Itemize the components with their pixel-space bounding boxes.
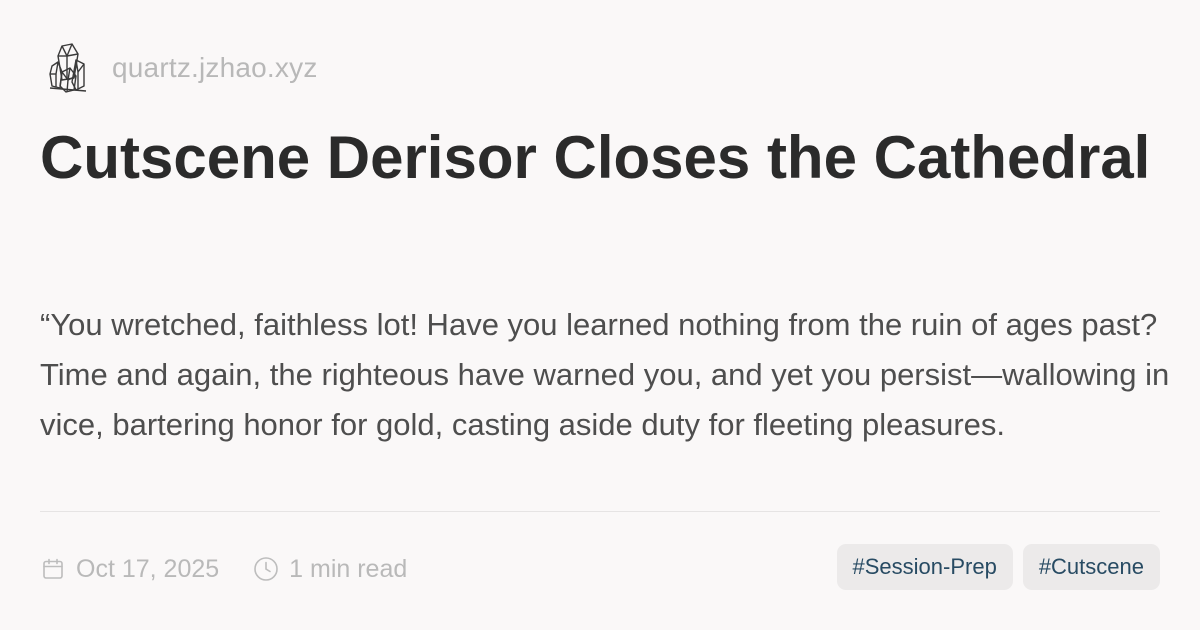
post-date: Oct 17, 2025 bbox=[76, 554, 220, 583]
crystal-icon bbox=[40, 40, 96, 96]
reading-time: 1 min read bbox=[289, 554, 408, 583]
site-header: quartz.jzhao.xyz bbox=[40, 40, 318, 96]
excerpt-text: “You wretched, faithless lot! Have you l… bbox=[40, 307, 1170, 442]
post-meta: Oct 17, 2025 1 min read bbox=[40, 548, 407, 590]
clock-icon bbox=[253, 556, 279, 582]
excerpt-container: “You wretched, faithless lot! Have you l… bbox=[40, 300, 1170, 476]
tag-session-prep[interactable]: #Session-Prep bbox=[836, 544, 1013, 590]
calendar-icon bbox=[40, 556, 66, 582]
date-item: Oct 17, 2025 bbox=[40, 555, 219, 584]
site-name[interactable]: quartz.jzhao.xyz bbox=[112, 52, 318, 84]
divider bbox=[40, 511, 1160, 512]
reading-time-item: 1 min read bbox=[253, 555, 407, 584]
tag-cutscene[interactable]: #Cutscene bbox=[1022, 544, 1160, 590]
page-title: Cutscene Derisor Closes the Cathedral bbox=[40, 124, 1151, 191]
og-card: quartz.jzhao.xyz Cutscene Derisor Closes… bbox=[0, 0, 1200, 630]
tag-list: #Session-Prep #Cutscene bbox=[836, 544, 1160, 590]
